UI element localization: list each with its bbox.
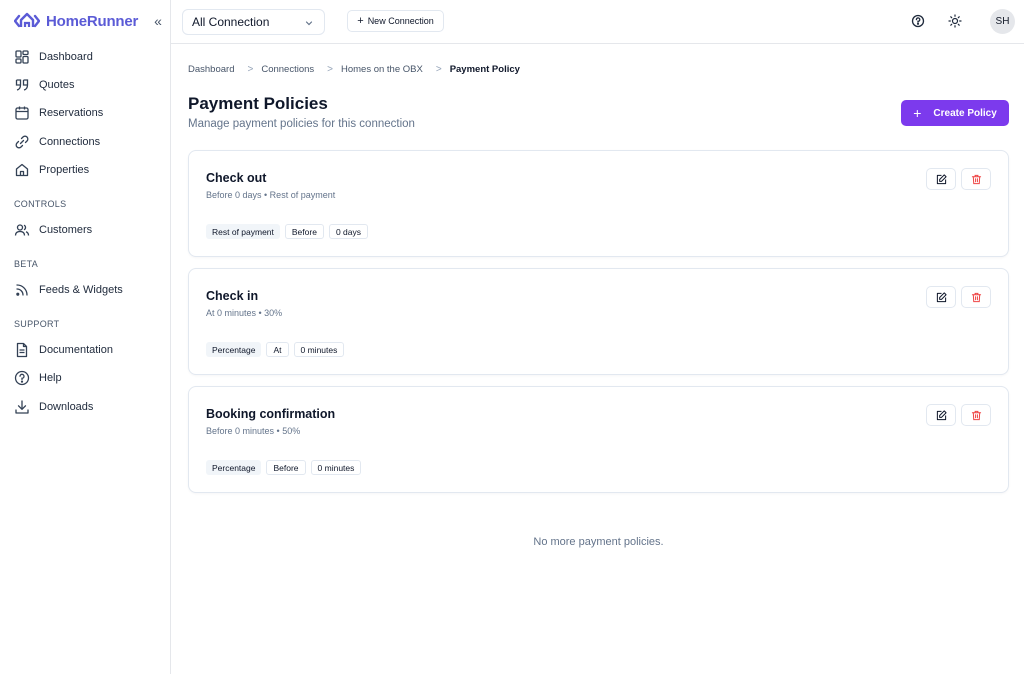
help-circle-icon[interactable] [910, 13, 926, 29]
user-avatar[interactable]: SH [990, 9, 1015, 34]
trash-icon [971, 174, 981, 184]
policy-tag-type: Percentage [206, 342, 262, 357]
policy-tag-offset: 0 minutes [293, 342, 345, 357]
policy-description: Before 0 minutes • 50% [206, 426, 301, 436]
edit-icon [936, 409, 947, 420]
sidebar-item-properties[interactable]: Properties [8, 157, 162, 183]
chevron-down-icon [305, 21, 313, 26]
policy-title: Check out [206, 171, 267, 185]
policy-description: Before 0 days • Rest of payment [206, 190, 336, 200]
sidebar-item-label: Dashboard [39, 51, 93, 63]
edit-policy-button[interactable] [926, 286, 956, 308]
dashboard-grid-icon [15, 50, 29, 64]
policy-tag-offset: 0 minutes [310, 460, 362, 475]
sidebar-item-label: Quotes [39, 79, 75, 91]
breadcrumb-dashboard[interactable]: Dashboard [188, 64, 234, 75]
connection-select[interactable]: All Connection [182, 9, 325, 35]
policy-card: Check in At 0 minutes • 30% Percentage A… [188, 268, 1009, 375]
sidebar-item-label: Documentation [39, 344, 113, 356]
policy-description: At 0 minutes • 30% [206, 308, 283, 318]
edit-policy-button[interactable] [926, 404, 956, 426]
section-label-controls: CONTROLS [14, 199, 67, 209]
policy-tags: Rest of payment Before 0 days [206, 224, 368, 239]
sidebar-item-label: Customers [39, 224, 93, 236]
policy-tags: Percentage Before 0 minutes [206, 460, 362, 475]
sidebar-item-feeds-widgets[interactable]: Feeds & Widgets [8, 277, 162, 303]
policy-tag-type: Rest of payment [206, 224, 280, 239]
sidebar-item-customers[interactable]: Customers [8, 217, 162, 243]
sidebar-item-label: Connections [39, 136, 101, 148]
theme-toggle-sun-icon[interactable] [947, 13, 963, 29]
link-icon [15, 135, 29, 149]
plus-icon: + [357, 14, 364, 27]
policy-tag-timing: Before [266, 460, 306, 475]
breadcrumb-separator-icon: > [247, 63, 254, 75]
breadcrumb-connection-name[interactable]: Homes on the OBX [341, 64, 423, 75]
policy-tags: Percentage At 0 minutes [206, 342, 345, 357]
sidebar-item-documentation[interactable]: Documentation [8, 337, 162, 363]
policy-card: Check out Before 0 days • Rest of paymen… [188, 150, 1009, 257]
policy-card: Booking confirmation Before 0 minutes • … [188, 386, 1009, 493]
document-icon [16, 342, 28, 358]
breadcrumb: Dashboard > Connections > Homes on the O… [188, 62, 520, 76]
sidebar-item-connections[interactable]: Connections [8, 129, 162, 155]
help-circle-icon [14, 370, 30, 386]
sidebar-item-label: Help [39, 372, 62, 384]
delete-policy-button[interactable] [961, 286, 991, 308]
quote-icon [15, 79, 29, 91]
breadcrumb-connections[interactable]: Connections [261, 64, 314, 75]
rss-icon [16, 284, 28, 296]
no-more-policies-note: No more payment policies. [533, 536, 664, 548]
sidebar-item-label: Properties [39, 164, 90, 176]
trash-icon [971, 292, 981, 302]
page-title: Payment Policies [188, 94, 328, 113]
breadcrumb-separator-icon: > [327, 63, 333, 75]
sidebar-item-label: Feeds & Widgets [39, 284, 123, 296]
collapse-sidebar-button[interactable]: « [151, 13, 165, 29]
create-policy-label: Create Policy [933, 107, 997, 119]
home-icon [15, 163, 29, 177]
sidebar-item-reservations[interactable]: Reservations [8, 100, 162, 126]
topbar: All Connection + New Connection SH [171, 0, 1024, 44]
policy-tag-timing: Before [284, 224, 324, 239]
trash-icon [971, 410, 981, 420]
section-label-beta: BETA [14, 259, 39, 269]
sidebar: HomeRunner « Dashboard Quotes Reservatio… [0, 0, 171, 674]
create-policy-button[interactable]: + Create Policy [901, 100, 1009, 126]
plus-icon: + [913, 105, 922, 121]
sidebar-item-label: Reservations [39, 107, 104, 119]
breadcrumb-separator-icon: > [435, 63, 442, 75]
page-subtitle: Manage payment policies for this connect… [188, 118, 415, 130]
sidebar-item-label: Downloads [39, 401, 94, 413]
policy-tag-type: Percentage [206, 460, 262, 475]
policy-title: Check in [206, 289, 259, 303]
sidebar-item-downloads[interactable]: Downloads [8, 394, 162, 420]
section-label-support: SUPPORT [14, 319, 60, 329]
new-connection-label: New Connection [367, 16, 434, 26]
sidebar-item-dashboard[interactable]: Dashboard [8, 44, 162, 70]
sidebar-item-help[interactable]: Help [8, 365, 162, 391]
calendar-icon [15, 106, 29, 120]
new-connection-button[interactable]: + New Connection [347, 10, 444, 32]
connection-select-value: All Connection [192, 15, 270, 29]
sidebar-item-quotes[interactable]: Quotes [8, 72, 162, 98]
homerunner-logo-icon [14, 11, 40, 31]
edit-policy-button[interactable] [926, 168, 956, 190]
brand[interactable]: HomeRunner [14, 10, 138, 32]
policy-tag-offset: 0 days [328, 224, 368, 239]
breadcrumb-current-page: Payment Policy [449, 63, 520, 75]
delete-policy-button[interactable] [961, 168, 991, 190]
brand-name: HomeRunner [46, 12, 139, 30]
delete-policy-button[interactable] [961, 404, 991, 426]
policy-tag-timing: At [266, 342, 289, 357]
download-icon [15, 400, 29, 414]
users-icon [14, 224, 30, 236]
policy-title: Booking confirmation [206, 407, 336, 421]
edit-icon [936, 173, 947, 184]
edit-icon [936, 291, 947, 302]
